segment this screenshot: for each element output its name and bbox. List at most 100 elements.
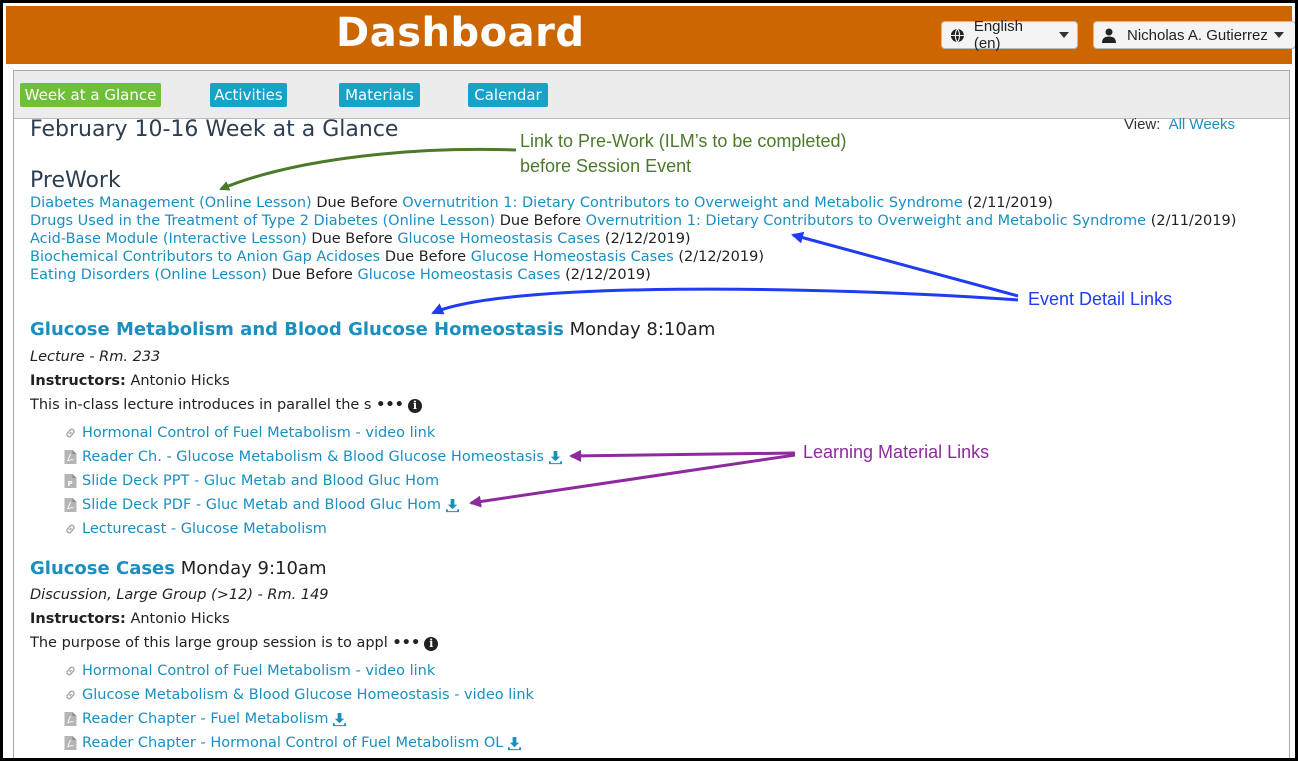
due-before-text: Due Before [271,267,353,283]
event-type: Lecture - Rm. 233 [30,349,160,365]
ppt-file-icon: P [64,474,77,488]
header-bar: Dashboard English (en) Nicholas A. Gutie… [6,6,1295,64]
prework-lesson-link[interactable]: Drugs Used in the Treatment of Type 2 Di… [30,213,495,229]
material-link[interactable]: Hormonal Control of Fuel Metabolism - vi… [82,663,435,679]
more-ellipsis-button[interactable]: ••• [376,397,404,413]
download-icon[interactable] [332,712,347,727]
link-icon [66,690,75,700]
event-heading: Glucose Metabolism and Blood Glucose Hom… [30,319,715,340]
page-title: Dashboard [336,10,585,56]
material-link[interactable]: Glucose Metabolism & Blood Glucose Homeo… [82,687,534,703]
event-title-link[interactable]: Glucose Cases [30,558,175,579]
tab-materials[interactable]: Materials [339,83,420,107]
event-detail-link[interactable]: Glucose Homeostasis Cases [397,231,600,247]
user-icon [1102,28,1116,43]
prework-lesson-link[interactable]: Biochemical Contributors to Anion Gap Ac… [30,249,380,265]
material-item: Reader Chapter - Fuel Metabolism [64,707,534,731]
prework-item: Eating Disorders (Online Lesson) Due Bef… [30,266,1236,284]
download-icon[interactable] [507,736,522,751]
event-instructors: Instructors: Antonio Hicks [30,373,230,389]
event-links-annotation: Event Detail Links [1028,289,1173,309]
material-item: Reader Chapter - Hormonal Control of Fue… [64,731,534,755]
user-menu-dropdown[interactable]: Nicholas A. Gutierrez [1093,21,1295,49]
language-dropdown[interactable]: English (en) [941,18,1078,52]
material-item: Reader Ch. - Glucose Metabolism & Blood … [64,445,563,469]
info-icon[interactable]: i [407,399,422,413]
material-link[interactable]: Reader Ch. - Glucose Metabolism & Blood … [82,449,544,465]
prework-item: Biochemical Contributors to Anion Gap Ac… [30,248,1236,266]
event-detail-link[interactable]: Glucose Homeostasis Cases [357,267,560,283]
material-link[interactable]: Reader Chapter - Fuel Metabolism [82,711,328,727]
due-before-text: Due Before [384,249,467,265]
event-detail-link[interactable]: Overnutrition 1: Dietary Contributors to… [586,213,1146,229]
prework-list: Diabetes Management (Online Lesson) Due … [30,194,1236,284]
instructors-name: Antonio Hicks [130,611,230,627]
globe-icon [950,28,964,42]
event-heading: Glucose Cases Monday 9:10am [30,558,327,579]
due-date: (2/11/2019) [1150,213,1237,229]
language-label: English (en) [973,18,1024,52]
due-date: (2/12/2019) [678,249,764,265]
event-title-link[interactable]: Glucose Metabolism and Blood Glucose Hom… [30,319,564,340]
link-icon [66,428,75,438]
material-item: Hormonal Control of Fuel Metabolism - vi… [64,659,534,683]
event-time: Monday 8:10am [569,319,716,340]
instructors-name: Antonio Hicks [130,373,230,389]
event-detail-link[interactable]: Glucose Homeostasis Cases [471,249,674,265]
prework-item: Acid-Base Module (Interactive Lesson) Du… [30,230,1236,248]
view-label: View: [1124,116,1161,133]
instructors-label: Instructors: [30,611,126,627]
tab-calendar[interactable]: Calendar [468,83,548,107]
info-icon[interactable]: i [424,637,439,651]
all-weeks-link[interactable]: All Weeks [1169,116,1235,133]
pdf-file-icon [64,498,77,512]
material-item: Slide Deck PDF - Gluc Metab and Blood Gl… [64,493,563,517]
material-item: P Slide Deck PPT - Gluc Metab and Blood … [64,469,563,493]
prework-lesson-link[interactable]: Acid-Base Module (Interactive Lesson) [30,231,307,247]
tab-week-at-a-glance[interactable]: Week at a Glance [20,83,161,107]
prework-lesson-link[interactable]: Eating Disorders (Online Lesson) [30,267,267,283]
due-date: (2/12/2019) [565,267,651,283]
prework-item: Diabetes Management (Online Lesson) Due … [30,194,1236,212]
material-item: Hormonal Control of Fuel Metabolism - vi… [64,421,563,445]
material-link[interactable]: Slide Deck PPT - Gluc Metab and Blood Gl… [82,473,439,489]
view-selector: View: All Weeks [1124,116,1235,133]
material-link[interactable]: Lecturecast - Glucose Metabolism [82,521,327,537]
link-icon [66,666,75,676]
material-link[interactable]: Reader Chapter - Hormonal Control of Fue… [82,735,503,751]
due-before-text: Due Before [316,195,398,211]
screenshot-frame: Dashboard English (en) Nicholas A. Gutie… [0,0,1298,761]
prework-lesson-link[interactable]: Diabetes Management (Online Lesson) [30,195,312,211]
chevron-down-icon [1059,32,1069,38]
due-date: (2/11/2019) [967,195,1053,211]
dashboard-tabs: Week at a Glance Activities Materials Ca… [14,71,1289,119]
pdf-file-icon [64,736,77,750]
user-name: Nicholas A. Gutierrez [1127,26,1268,44]
event-detail-link[interactable]: Overnutrition 1: Dietary Contributors to… [402,195,962,211]
week-heading: February 10-16 Week at a Glance [30,117,399,142]
description-text: This in-class lecture introduces in para… [30,397,372,413]
material-link[interactable]: Slide Deck PDF - Gluc Metab and Blood Gl… [82,497,441,513]
due-before-text: Due Before [311,231,393,247]
more-ellipsis-button[interactable]: ••• [392,635,420,651]
prework-heading: PreWork [30,168,121,193]
material-list: Hormonal Control of Fuel Metabolism - vi… [64,421,563,541]
event-type-text: Discussion, Large Group (>12) - Rm. 149 [30,587,329,603]
pdf-file-icon [64,450,77,464]
prework-annotation: Link to Pre-Work (ILM’s to be completed)… [520,129,846,179]
due-before-text: Due Before [499,213,582,229]
pdf-file-icon [64,712,77,726]
chevron-down-icon [1273,32,1284,38]
material-link[interactable]: Hormonal Control of Fuel Metabolism - vi… [82,425,435,441]
download-icon[interactable] [445,498,460,513]
material-list: Hormonal Control of Fuel Metabolism - vi… [64,659,534,755]
material-links-annotation: Learning Material Links [803,442,990,462]
material-item: Glucose Metabolism & Blood Glucose Homeo… [64,683,534,707]
tab-activities[interactable]: Activities [210,83,287,107]
description-text: The purpose of this large group session … [30,635,388,651]
material-item: Lecturecast - Glucose Metabolism [64,517,563,541]
event-description: The purpose of this large group session … [30,635,439,651]
event-instructors: Instructors: Antonio Hicks [30,611,230,627]
download-icon[interactable] [548,450,563,465]
due-date: (2/12/2019) [604,231,691,247]
